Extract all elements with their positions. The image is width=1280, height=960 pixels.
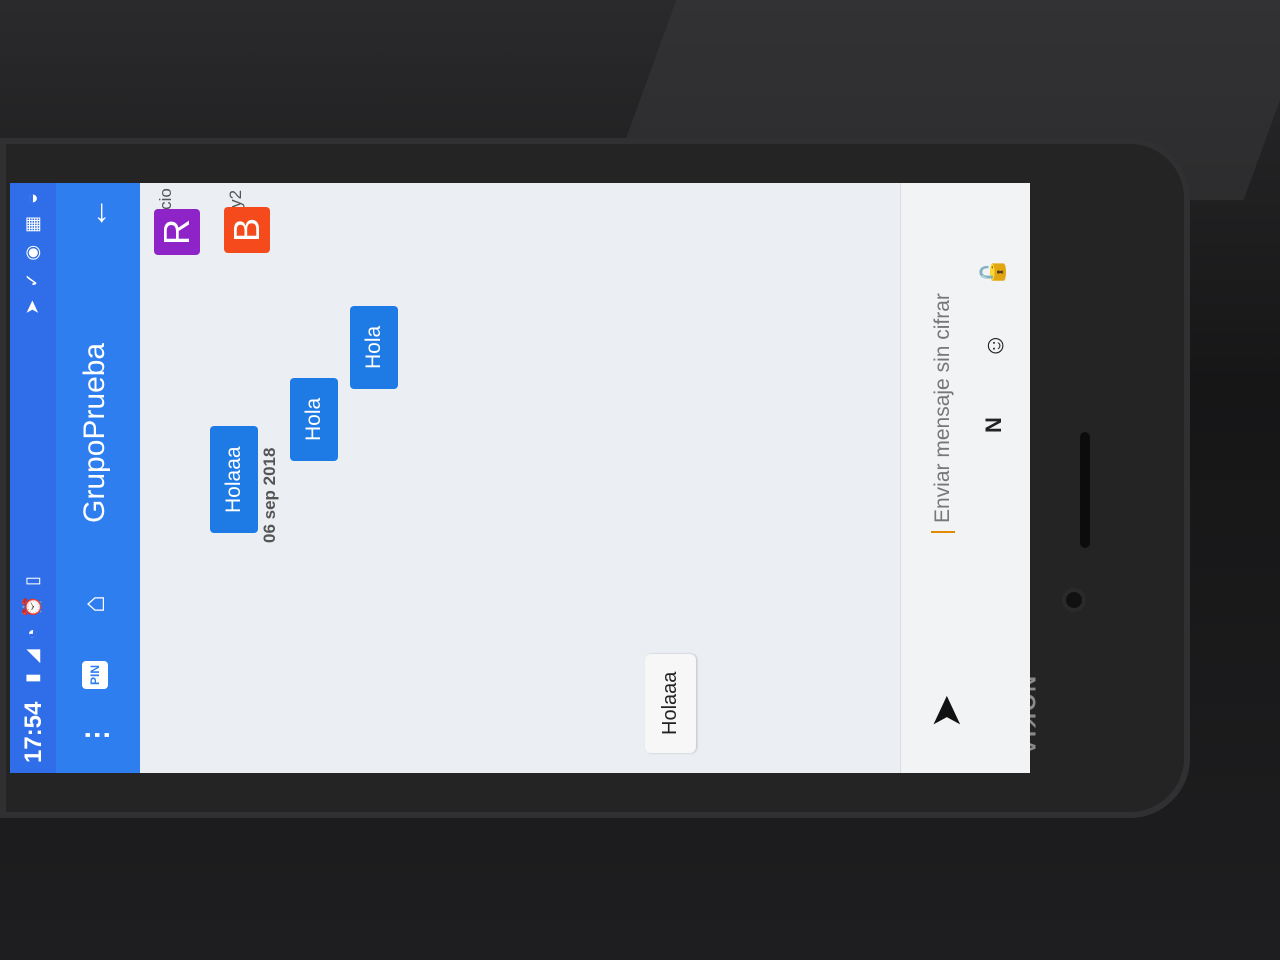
message-bubble[interactable]: Hola	[290, 377, 338, 461]
status-icons-system: ▮ ◢ ◔ ⏰ ▯	[22, 576, 43, 683]
outgoing-message-bubble[interactable]: Holaaa	[645, 653, 696, 753]
n-tool-icon[interactable]: N	[981, 417, 1007, 433]
back-arrow-icon[interactable]: ←	[78, 197, 115, 229]
status-bar: 17:54 ▮ ◢ ◔ ⏰ ▯ ➤ ✓ ◉ ▦ ◒	[10, 183, 56, 773]
chat-title: GrupoPrueba	[78, 342, 111, 523]
message-bubble[interactable]: Hola	[350, 305, 398, 389]
pin-button[interactable]: PIN	[82, 660, 108, 689]
signal-icon: ◢	[22, 649, 42, 664]
vibrate-icon: ▯	[22, 576, 42, 586]
message-bubble[interactable]: Holaaa	[210, 426, 258, 533]
telegram-icon: ➤	[22, 299, 42, 315]
unlock-icon[interactable]: 🔓	[979, 257, 1008, 287]
avatar-rocio[interactable]: R	[154, 209, 200, 255]
whatsapp-icon: ◉	[22, 244, 42, 261]
message-input[interactable]: Enviar mensaje sin cifrar	[931, 193, 955, 533]
alarm-icon: ⏰	[22, 595, 42, 619]
wifi-question-icon: ◒	[22, 193, 42, 204]
wifi-icon: ◔	[22, 628, 42, 640]
date-separator: 06 sep 2018	[260, 447, 279, 543]
chat-screen: 17:54 ▮ ◢ ◔ ⏰ ▯ ➤ ✓ ◉ ▦ ◒ ⋮ PIN ⌂ GrupoP…	[10, 183, 1030, 773]
status-time: 17:54	[20, 701, 47, 763]
check-icon: ✓	[22, 272, 42, 288]
battery-icon: ▮	[22, 673, 42, 683]
app-bar: ⋮ PIN ⌂ GrupoPrueba ←	[56, 183, 140, 773]
bbm-icon: ▦	[22, 215, 42, 233]
emoji-icon[interactable]: ☺	[979, 332, 1010, 359]
home-icon[interactable]: ⌂	[78, 595, 112, 613]
phone-screen: 17:54 ▮ ◢ ◔ ⏰ ▯ ➤ ✓ ◉ ▦ ◒ ⋮ PIN ⌂ GrupoP…	[10, 183, 1030, 773]
avatar-bry2[interactable]: B	[224, 207, 270, 253]
overflow-menu-icon[interactable]: ⋮	[80, 721, 113, 749]
front-camera	[1066, 592, 1082, 608]
earpiece-speaker	[1080, 432, 1090, 548]
status-icons-notifications: ➤ ✓ ◉ ▦ ◒	[22, 193, 43, 315]
send-icon[interactable]: ➤	[921, 694, 970, 729]
composer-bar: ➤ Enviar mensaje sin cifrar N ☺ 🔓	[900, 183, 1030, 773]
message-list[interactable]: 06 sep 2018 rocio R Holaaa bry2 B Hola H…	[140, 183, 900, 773]
